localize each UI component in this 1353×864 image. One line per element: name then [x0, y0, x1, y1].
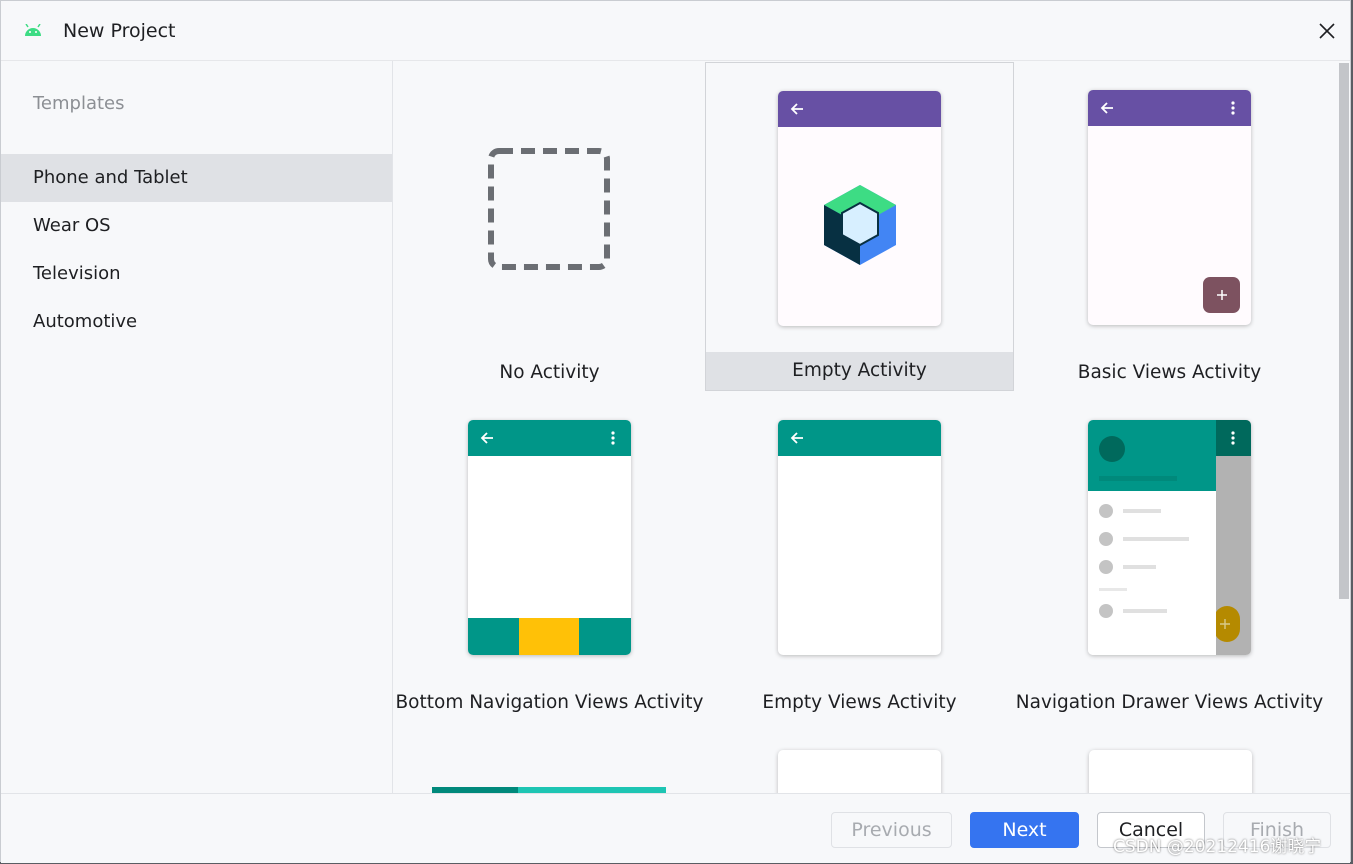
app-bar [468, 420, 631, 456]
overflow-menu-icon [1231, 101, 1235, 115]
scrollbar-thumb[interactable] [1339, 63, 1349, 599]
compose-logo-icon [824, 185, 896, 265]
template-gallery: No Activity Empty Activity Basic Views A… [394, 61, 1338, 793]
app-bar [1088, 90, 1251, 126]
sidebar-item-wear-os[interactable]: Wear OS [1, 202, 392, 250]
title-bar: New Project [1, 1, 1350, 61]
template-partial-preview[interactable] [778, 750, 941, 793]
next-button[interactable]: Next [970, 812, 1079, 848]
drawer-header [1088, 420, 1216, 491]
drawer-menu-items [1099, 504, 1189, 618]
back-arrow-icon [1100, 102, 1113, 114]
dashed-square-icon [488, 148, 610, 270]
android-icon [23, 23, 43, 37]
drawer-header-line [1099, 476, 1177, 481]
fab-add-icon [1214, 606, 1240, 642]
new-project-dialog: New Project Templates Phone and Tablet W… [0, 0, 1351, 863]
back-arrow-icon [480, 432, 493, 444]
sidebar-item-phone-and-tablet[interactable]: Phone and Tablet [1, 154, 392, 202]
app-bar-dim [1216, 420, 1251, 456]
nav-drawer [1088, 420, 1216, 655]
template-basic-views-activity[interactable]: Basic Views Activity [1015, 63, 1324, 392]
app-bar [778, 91, 941, 127]
close-icon [1319, 23, 1335, 39]
template-bottom-navigation-views-activity[interactable]: Bottom Navigation Views Activity [395, 393, 704, 722]
vertical-scrollbar[interactable] [1338, 61, 1350, 601]
app-bar [778, 420, 941, 456]
phone-preview [1088, 420, 1251, 655]
phone-preview [1088, 90, 1251, 325]
sidebar-item-television[interactable]: Television [1, 250, 392, 298]
template-label: Navigation Drawer Views Activity [1015, 692, 1324, 713]
phone-preview [778, 91, 941, 326]
sidebar-header: Templates [33, 93, 125, 114]
template-label: Bottom Navigation Views Activity [395, 692, 704, 713]
bottom-nav-bar [468, 618, 631, 655]
back-arrow-icon [790, 103, 803, 115]
phone-preview [468, 420, 631, 655]
template-label: Empty Views Activity [762, 692, 957, 713]
template-label: Basic Views Activity [1077, 362, 1262, 383]
dialog-title: New Project [63, 20, 176, 42]
avatar [1099, 436, 1125, 462]
overflow-menu-icon [611, 431, 615, 445]
back-arrow-icon [790, 432, 803, 444]
close-button[interactable] [1311, 15, 1343, 47]
bottom-nav-selected-item [519, 618, 579, 655]
previous-button[interactable]: Previous [831, 812, 952, 848]
template-navigation-drawer-views-activity[interactable]: Navigation Drawer Views Activity [1015, 393, 1324, 722]
phone-preview [778, 420, 941, 655]
template-label: No Activity [499, 362, 600, 383]
templates-sidebar: Templates Phone and Tablet Wear OS Telev… [1, 61, 393, 793]
sidebar-item-automotive[interactable]: Automotive [1, 298, 392, 346]
fab-add-icon [1203, 277, 1240, 313]
overflow-menu-icon [1231, 431, 1235, 445]
watermark: CSDN @20212416谢晓宁 [1113, 837, 1322, 857]
template-partial-preview[interactable] [1089, 750, 1252, 793]
template-label: Empty Activity [706, 352, 1013, 390]
template-no-activity[interactable]: No Activity [395, 63, 704, 392]
template-empty-views-activity[interactable]: Empty Views Activity [705, 393, 1014, 722]
template-empty-activity[interactable]: Empty Activity [705, 62, 1014, 391]
